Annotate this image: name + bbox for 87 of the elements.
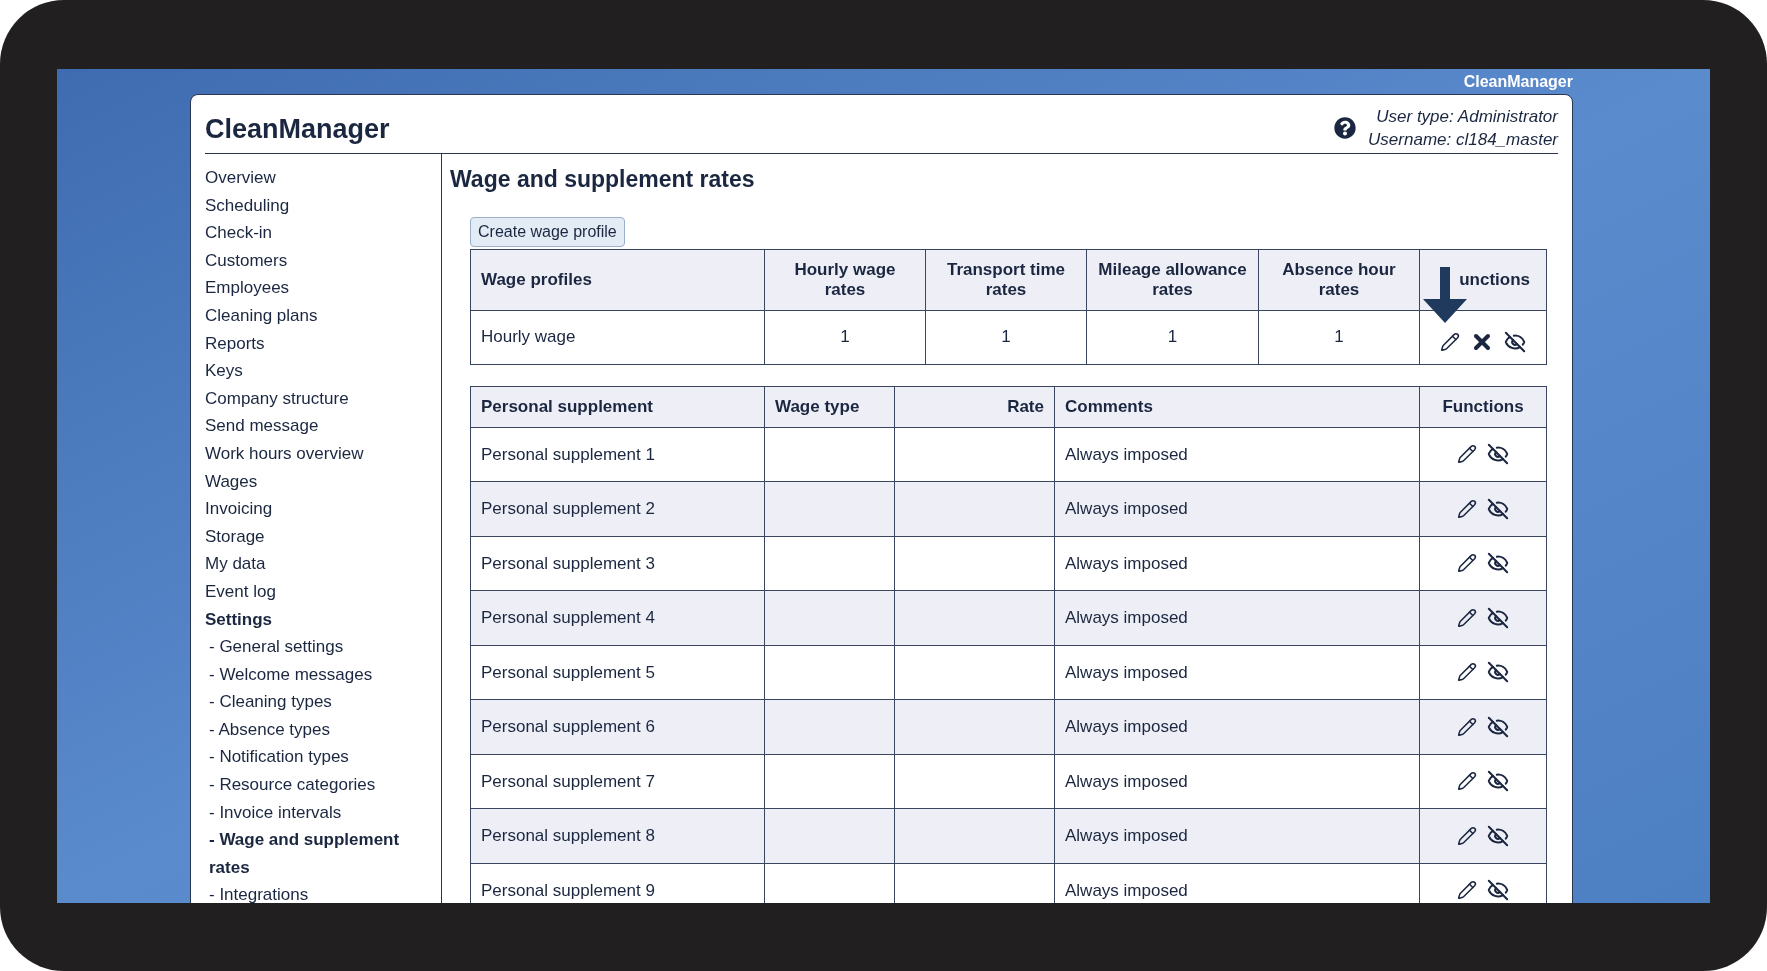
sidebar-item[interactable]: - Absence types	[205, 715, 441, 744]
column-header: Wage profiles	[481, 269, 592, 289]
table-cell: Always imposed	[1065, 662, 1188, 682]
pencil-icon[interactable]	[1457, 771, 1477, 792]
sidebar-item[interactable]: Work hours overview	[205, 439, 441, 468]
pencil-icon[interactable]	[1440, 332, 1460, 352]
sidebar-item[interactable]: My data	[205, 550, 441, 578]
sidebar-item[interactable]: Event log	[205, 577, 441, 606]
pencil-icon[interactable]	[1457, 553, 1477, 574]
pencil-icon[interactable]	[1457, 825, 1477, 846]
table-cell: Personal supplement 4	[481, 608, 655, 627]
column-header: Functions	[1442, 396, 1524, 416]
create-wage-profile-button[interactable]: Create wage profile	[470, 216, 625, 247]
sidebar-item[interactable]: Company structure	[205, 384, 441, 413]
sidebar-item[interactable]: - Integrations	[205, 881, 441, 903]
pencil-icon[interactable]	[1457, 444, 1477, 465]
desktop-brand: CleanManager	[1463, 71, 1573, 92]
table-cell: Always imposed	[1065, 880, 1188, 900]
table-cell: Always imposed	[1065, 771, 1188, 791]
page-title: Wage and supplement rates	[450, 165, 756, 194]
eye-slash-icon[interactable]	[1487, 824, 1509, 847]
pencil-icon[interactable]	[1457, 662, 1477, 683]
table-cell: Always imposed	[1065, 608, 1188, 627]
help-icon[interactable]	[1334, 117, 1357, 139]
eye-slash-icon[interactable]	[1487, 879, 1509, 902]
sidebar-item[interactable]: - Cleaning types	[205, 688, 441, 716]
column-header: Mileage allowance rates	[1098, 259, 1247, 299]
sidebar-item[interactable]: Customers	[205, 246, 441, 275]
table-cell: Personal supplement 5	[481, 662, 655, 682]
column-header: Rate	[1007, 396, 1044, 416]
column-header: Wage type	[775, 396, 860, 416]
sidebar-item[interactable]: Invoicing	[205, 495, 441, 523]
table-cell: Personal supplement 3	[481, 553, 655, 573]
table-cell: 1	[1167, 327, 1178, 347]
column-header: Comments	[1065, 396, 1153, 416]
app-title: CleanManager	[205, 112, 390, 146]
sidebar-item[interactable]: Settings	[205, 605, 441, 634]
table-cell: 1	[1334, 327, 1344, 347]
sidebar-item[interactable]: Wages	[205, 467, 441, 496]
eye-slash-icon[interactable]	[1487, 770, 1509, 793]
column-header: Personal supplement	[481, 396, 653, 416]
table-cell: Personal supplement 9	[481, 880, 655, 900]
table-cell: 1	[840, 327, 850, 347]
table-cell: Always imposed	[1065, 553, 1188, 573]
eye-slash-icon[interactable]	[1487, 661, 1509, 684]
sidebar-item[interactable]: - Wage and supplement rates	[205, 826, 441, 882]
sidebar-item[interactable]: - Welcome messages	[205, 660, 441, 689]
column-header: unctions	[1459, 269, 1530, 289]
eye-slash-icon[interactable]	[1487, 606, 1509, 629]
sidebar-item[interactable]: Check-in	[205, 219, 441, 247]
user-type: User type: Administrator	[1376, 106, 1558, 128]
pencil-icon[interactable]	[1457, 607, 1477, 628]
column-header: Absence hour rates	[1282, 259, 1396, 299]
sidebar-item[interactable]: - Notification types	[205, 743, 441, 772]
table-cell: Personal supplement 6	[481, 717, 655, 736]
sidebar-item[interactable]: Reports	[205, 329, 441, 358]
table-cell: Personal supplement 7	[481, 771, 655, 791]
pencil-icon[interactable]	[1457, 498, 1477, 519]
eye-slash-icon[interactable]	[1487, 552, 1509, 575]
table-cell: Always imposed	[1065, 499, 1188, 518]
sidebar-item[interactable]: Storage	[205, 522, 441, 551]
column-header: Hourly wage rates	[794, 259, 896, 299]
table-cell: Personal supplement 2	[481, 499, 655, 518]
table-cell: 1	[1001, 327, 1011, 347]
sidebar-item[interactable]: Overview	[205, 164, 441, 192]
eye-slash-icon[interactable]	[1487, 715, 1509, 738]
sidebar-item[interactable]: Send message	[205, 412, 441, 440]
sidebar-item[interactable]: Cleaning plans	[205, 301, 441, 330]
sidebar-item[interactable]: - Resource categories	[205, 771, 441, 799]
table-cell: Always imposed	[1065, 444, 1188, 464]
pencil-icon[interactable]	[1457, 716, 1477, 737]
table-cell: Always imposed	[1065, 826, 1188, 845]
sidebar-item[interactable]: Employees	[205, 274, 441, 302]
table-cell: Hourly wage	[481, 327, 576, 347]
table-cell: Always imposed	[1065, 717, 1188, 736]
sidebar-item[interactable]: Keys	[205, 357, 441, 385]
eye-slash-icon[interactable]	[1504, 331, 1526, 353]
table-cell: Personal supplement 1	[481, 444, 655, 464]
sidebar-item[interactable]: - Invoice intervals	[205, 798, 441, 827]
eye-slash-icon[interactable]	[1487, 443, 1509, 466]
table-cell: Personal supplement 8	[481, 826, 655, 845]
sidebar-item[interactable]: - General settings	[205, 633, 441, 661]
eye-slash-icon[interactable]	[1487, 497, 1509, 520]
column-header: Transport time rates	[946, 259, 1066, 299]
sidebar-item[interactable]: Scheduling	[205, 191, 441, 220]
username: Username: cl184_master	[1368, 129, 1558, 151]
pencil-icon[interactable]	[1457, 880, 1477, 901]
